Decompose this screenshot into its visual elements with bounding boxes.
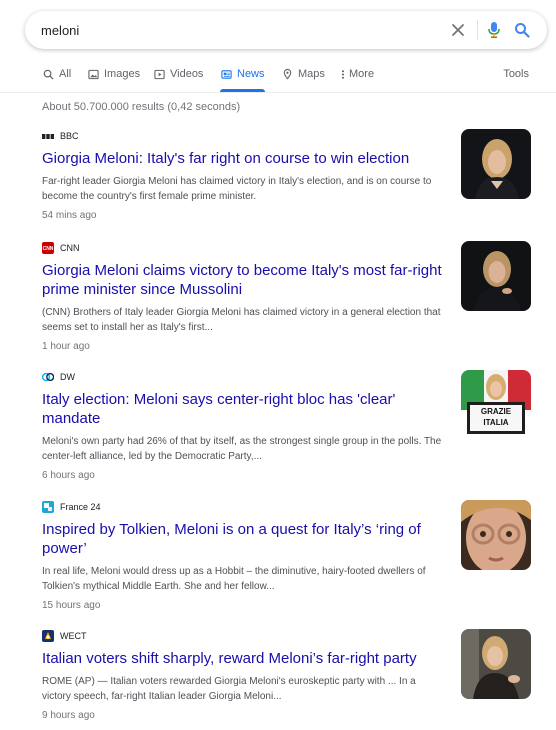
tab-maps[interactable]: Maps [281, 68, 325, 92]
search-input[interactable] [41, 22, 421, 38]
tab-videos[interactable]: Videos [153, 68, 203, 92]
source-name: BBC [60, 131, 79, 141]
more-vertical-icon [340, 68, 346, 80]
tabs-divider [0, 92, 556, 93]
result-title-link[interactable]: Italy election: Meloni says center-right… [42, 390, 442, 428]
source-name: DW [60, 372, 75, 382]
result-title-link[interactable]: Italian voters shift sharply, reward Mel… [42, 649, 442, 668]
thumbnail-sign-text: GRAZIE ITALIA [480, 407, 512, 427]
tab-label: All [59, 68, 72, 80]
news-result: France 24 Inspired by Tolkien, Meloni is… [42, 500, 552, 611]
tab-more[interactable]: More [340, 68, 374, 92]
result-thumbnail[interactable]: GRAZIE ITALIA [461, 370, 531, 440]
result-thumbnail[interactable] [461, 241, 531, 311]
result-snippet: Far-right leader Giorgia Meloni has clai… [42, 176, 432, 202]
dw-logo-icon [42, 371, 54, 383]
tab-all[interactable]: All [42, 68, 71, 92]
svg-text:CNN: CNN [43, 246, 54, 252]
result-age: 54 mins ago [42, 210, 97, 221]
result-title-link[interactable]: Inspired by Tolkien, Meloni is on a ques… [42, 520, 442, 558]
tab-label: Images [104, 68, 141, 80]
wect-logo-icon [42, 630, 54, 642]
tab-label: More [349, 68, 375, 80]
result-snippet: (CNN) Brothers of Italy leader Giorgia M… [42, 307, 441, 333]
result-title-link[interactable]: Giorgia Meloni claims victory to become … [42, 261, 442, 299]
result-snippet: ROME (AP) — Italian voters rewarded Gior… [42, 676, 416, 702]
tab-label: News [237, 68, 265, 80]
search-icon [42, 68, 54, 80]
result-thumbnail[interactable] [461, 500, 531, 570]
tab-images[interactable]: Images [87, 68, 140, 92]
bbc-logo-icon [42, 130, 54, 142]
result-age: 6 hours ago [42, 470, 95, 481]
clear-icon[interactable] [448, 20, 468, 40]
source-name: CNN [60, 243, 80, 253]
source-name: France 24 [60, 502, 101, 512]
map-pin-icon [281, 68, 293, 80]
news-result: CNN CNN Giorgia Meloni claims victory to… [42, 241, 552, 352]
video-icon [153, 68, 165, 80]
result-stats: About 50.700.000 results (0,42 seconds) [42, 101, 241, 113]
news-result: DW Italy election: Meloni says center-ri… [42, 370, 552, 481]
microphone-icon[interactable] [484, 20, 504, 40]
source-name: WECT [60, 631, 87, 641]
result-snippet: In real life, Meloni would dress up as a… [42, 566, 426, 592]
tools-button[interactable]: Tools [503, 68, 529, 80]
news-result: BBC Giorgia Meloni: Italy's far right on… [42, 129, 552, 221]
tab-label: Maps [298, 68, 325, 80]
news-icon [220, 68, 232, 80]
result-age: 1 hour ago [42, 341, 90, 352]
news-result: WECT Italian voters shift sharply, rewar… [42, 629, 552, 721]
cnn-logo-icon: CNN [42, 242, 54, 254]
result-snippet: Meloni's own party had 26% of that by it… [42, 436, 442, 462]
result-title-link[interactable]: Giorgia Meloni: Italy's far right on cou… [42, 149, 442, 168]
result-age: 9 hours ago [42, 710, 95, 721]
tab-label: Videos [170, 68, 204, 80]
france24-logo-icon [42, 501, 54, 513]
tab-news[interactable]: News [220, 68, 265, 92]
result-thumbnail[interactable] [461, 629, 531, 699]
search-icon[interactable] [512, 20, 532, 40]
result-age: 15 hours ago [42, 600, 101, 611]
search-tabs: All Images Videos News Maps More Tools [0, 62, 556, 92]
result-thumbnail[interactable] [461, 129, 531, 199]
search-bar[interactable] [25, 11, 547, 49]
search-divider [477, 20, 478, 40]
image-icon [87, 68, 99, 80]
